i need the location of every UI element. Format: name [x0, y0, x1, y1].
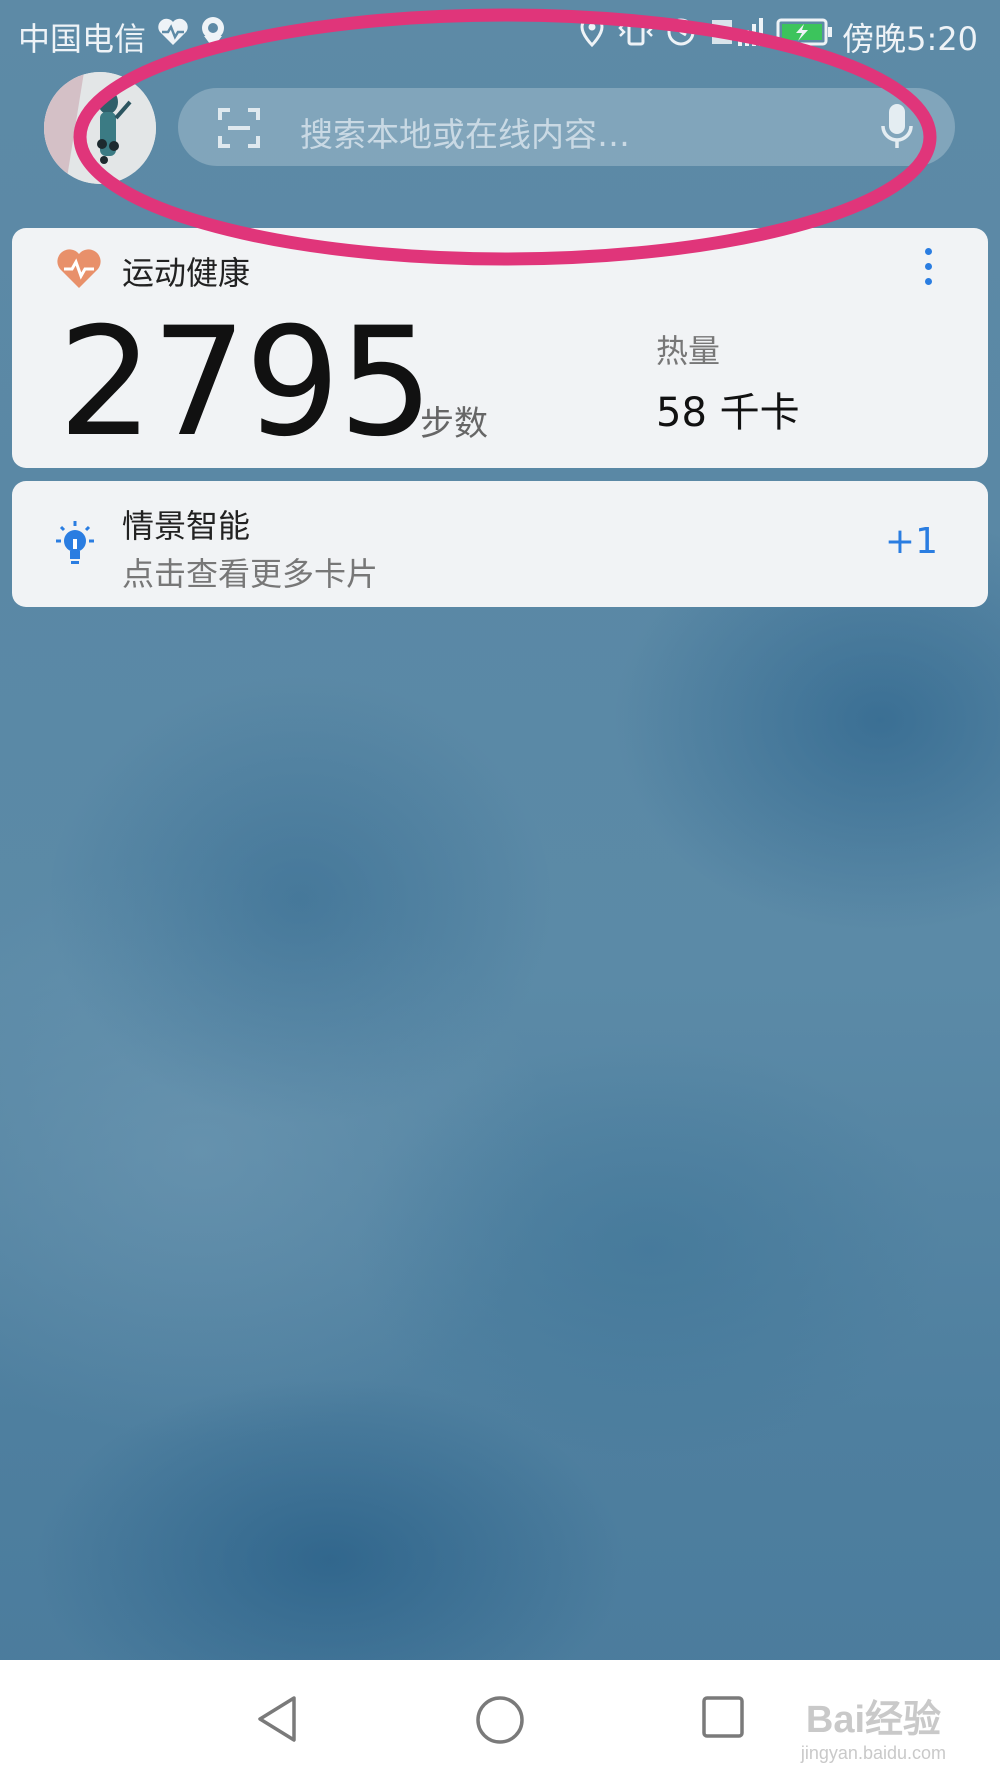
home-button[interactable]: [474, 1694, 526, 1746]
dot-icon: [924, 263, 932, 270]
health-heart-icon: [158, 18, 188, 45]
user-avatar[interactable]: [44, 72, 156, 184]
gps-icon: [580, 15, 604, 48]
calories-value: 58 千卡: [656, 390, 800, 436]
health-card[interactable]: 运动健康 2795 步数 热量 58 千卡: [12, 228, 988, 468]
avatar-image: [44, 72, 156, 184]
signal-icon: [712, 18, 763, 46]
alarm-clock-icon: [667, 18, 695, 46]
scene-card-title: 情景智能: [122, 507, 251, 545]
heart-icon: [57, 249, 101, 288]
dot-icon: [924, 248, 932, 255]
search-input[interactable]: 搜索本地或在线内容…: [300, 108, 630, 156]
carrier-name: 中国电信: [18, 20, 147, 58]
back-button[interactable]: [254, 1694, 300, 1744]
scene-intelligence-card[interactable]: 情景智能 点击查看更多卡片 +1: [12, 481, 988, 607]
watermark: Bai经验 jingyan.baidu.com: [801, 1688, 946, 1764]
scan-icon[interactable]: [216, 106, 262, 150]
health-card-title: 运动健康: [122, 254, 251, 292]
search-bar[interactable]: 搜索本地或在线内容…: [178, 88, 955, 166]
microphone-icon[interactable]: [879, 102, 915, 152]
clock-time: 傍晚5:20: [842, 20, 978, 58]
calories-label: 热量: [656, 332, 721, 370]
battery-charging-icon: [776, 18, 832, 46]
lightbulb-icon: [56, 521, 94, 564]
vibrate-icon: [618, 16, 654, 46]
watermark-main: Bai经验: [805, 1699, 942, 1741]
more-cards-count[interactable]: +1: [885, 521, 938, 562]
watermark-sub: jingyan.baidu.com: [800, 1743, 946, 1763]
dot-icon: [924, 278, 932, 285]
steps-unit-label: 步数: [420, 404, 488, 444]
location-pin-icon: [202, 17, 224, 48]
status-bar: 中国电信 傍晚5:20: [0, 0, 1000, 70]
navigation-bar: Bai经验 jingyan.baidu.com: [0, 1660, 1000, 1778]
recent-apps-button[interactable]: [700, 1694, 746, 1740]
steps-count: 2795: [58, 296, 434, 470]
more-options-button[interactable]: [918, 248, 938, 292]
scene-card-subtitle: 点击查看更多卡片: [122, 555, 379, 593]
